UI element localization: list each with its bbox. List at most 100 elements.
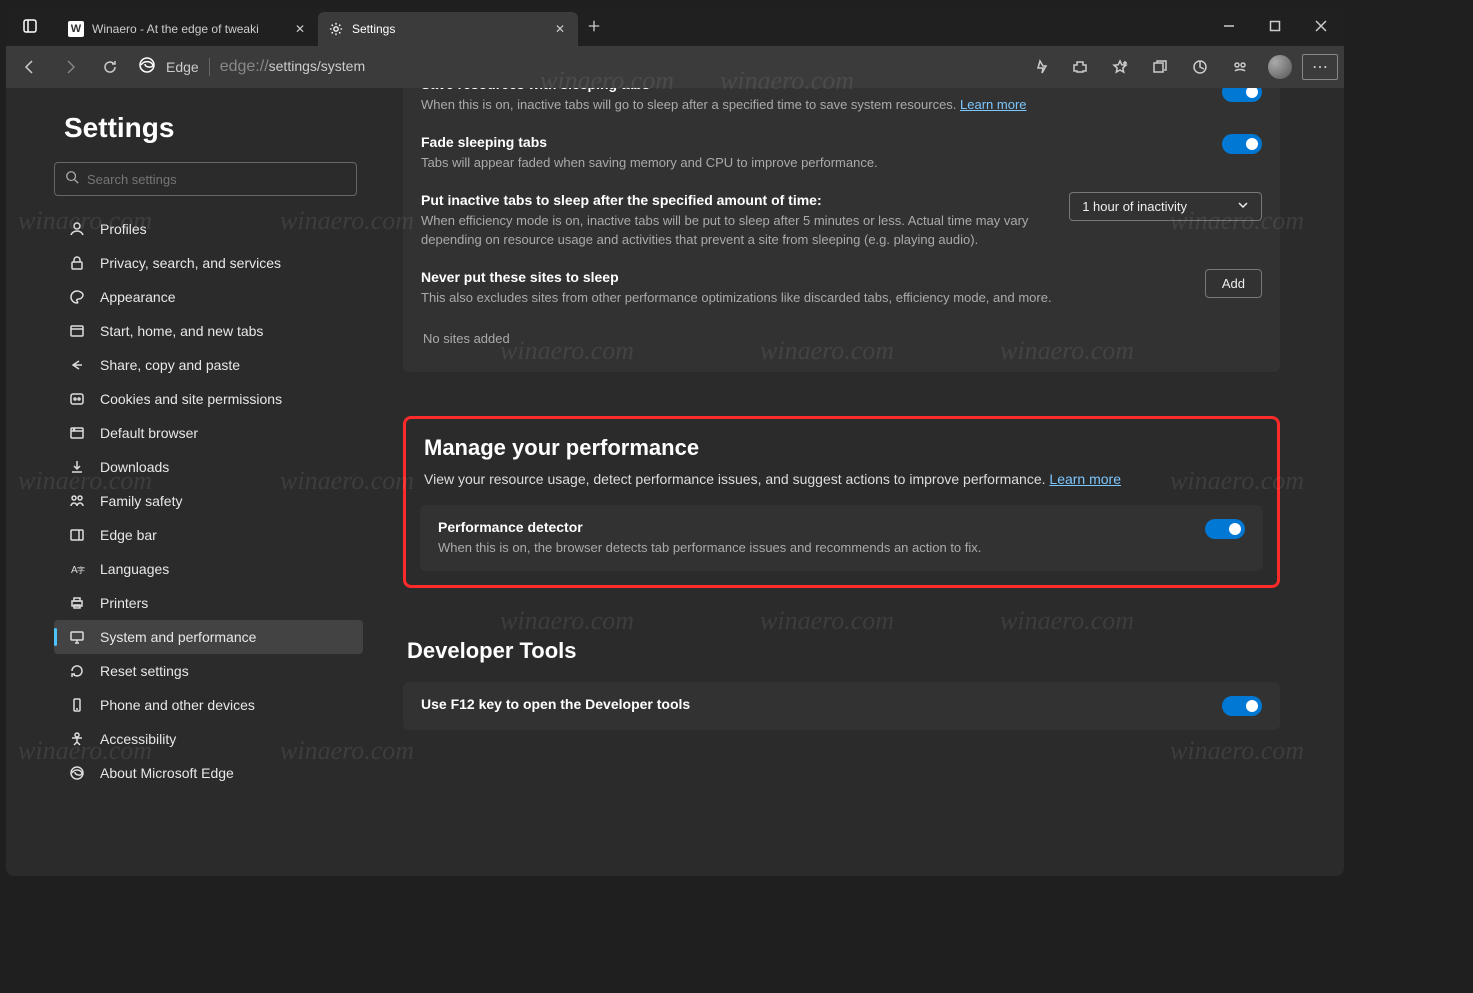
lock-icon <box>68 254 86 272</box>
nav-start[interactable]: Start, home, and new tabs <box>54 314 363 348</box>
setting-title: Performance detector <box>438 519 1185 535</box>
nav-label: Languages <box>100 561 169 577</box>
reset-icon <box>68 662 86 680</box>
learn-more-link[interactable]: Learn more <box>1049 471 1121 487</box>
sidebar-icon <box>68 526 86 544</box>
performance-detector-row: Performance detector When this is on, th… <box>420 505 1263 571</box>
toggle-fade-tabs[interactable] <box>1222 134 1262 154</box>
toggle-f12[interactable] <box>1222 696 1262 716</box>
browser-essentials-icon[interactable] <box>1222 50 1258 84</box>
address-bar[interactable]: Edge edge://settings/system <box>138 56 1018 79</box>
section-heading: Manage your performance <box>420 435 1263 461</box>
sleeping-tabs-card: Save resources with sleeping tabs When t… <box>403 88 1280 372</box>
toggle-sleeping-tabs[interactable] <box>1222 88 1262 102</box>
tab-winaero[interactable]: W Winaero - At the edge of tweaki ✕ <box>58 12 318 46</box>
printer-icon <box>68 594 86 612</box>
family-icon <box>68 492 86 510</box>
profile-avatar[interactable] <box>1262 50 1298 84</box>
setting-desc: When this is on, inactive tabs will go t… <box>421 96 1041 114</box>
toggle-performance-detector[interactable] <box>1205 519 1245 539</box>
refresh-button[interactable] <box>92 50 128 84</box>
select-value: 1 hour of inactivity <box>1082 199 1187 214</box>
developer-tools-section: Developer Tools Use F12 key to open the … <box>403 638 1280 730</box>
nav-privacy[interactable]: Privacy, search, and services <box>54 246 363 280</box>
language-icon: A字 <box>68 560 86 578</box>
phone-icon <box>68 696 86 714</box>
nav-about[interactable]: About Microsoft Edge <box>54 756 363 790</box>
settings-sidebar: Settings Profiles Privacy, search, and s… <box>6 88 371 876</box>
nav-family[interactable]: Family safety <box>54 484 363 518</box>
inactivity-select[interactable]: 1 hour of inactivity <box>1069 192 1262 221</box>
search-input[interactable] <box>87 172 346 187</box>
no-sites-text: No sites added <box>403 323 1280 354</box>
nav-share[interactable]: Share, copy and paste <box>54 348 363 382</box>
performance-icon[interactable] <box>1182 50 1218 84</box>
nav-label: Downloads <box>100 459 169 475</box>
nav-reset[interactable]: Reset settings <box>54 654 363 688</box>
read-aloud-icon[interactable] <box>1022 50 1058 84</box>
nav-system[interactable]: System and performance <box>54 620 363 654</box>
setting-desc: Tabs will appear faded when saving memor… <box>421 154 1041 172</box>
setting-desc: When this is on, the browser detects tab… <box>438 539 1185 557</box>
nav-label: Accessibility <box>100 731 176 747</box>
nav-phone[interactable]: Phone and other devices <box>54 688 363 722</box>
window-controls <box>1206 6 1344 46</box>
site-identity: Edge <box>166 59 199 75</box>
back-button[interactable] <box>12 50 48 84</box>
more-button[interactable]: ⋯ <box>1302 54 1338 80</box>
close-icon[interactable]: ✕ <box>552 21 568 37</box>
section-subtitle: View your resource usage, detect perform… <box>420 471 1263 487</box>
close-button[interactable] <box>1298 6 1344 46</box>
svg-text:字: 字 <box>77 565 85 575</box>
learn-more-link[interactable]: Learn more <box>960 97 1026 112</box>
nav-label: Family safety <box>100 493 182 509</box>
nav-accessibility[interactable]: Accessibility <box>54 722 363 756</box>
browser-icon <box>68 424 86 442</box>
search-icon <box>65 170 79 189</box>
nav-label: Edge bar <box>100 527 157 543</box>
nav-label: Privacy, search, and services <box>100 255 281 271</box>
setting-title: Save resources with sleeping tabs <box>421 88 1202 92</box>
nav-printers[interactable]: Printers <box>54 586 363 620</box>
nav-languages[interactable]: A字 Languages <box>54 552 363 586</box>
nav-profiles[interactable]: Profiles <box>54 212 363 246</box>
tab-settings[interactable]: Settings ✕ <box>318 12 578 46</box>
nav-label: Printers <box>100 595 148 611</box>
nav-default-browser[interactable]: Default browser <box>54 416 363 450</box>
forward-button[interactable] <box>52 50 88 84</box>
share-icon <box>68 356 86 374</box>
cookie-icon <box>68 390 86 408</box>
nav-appearance[interactable]: Appearance <box>54 280 363 314</box>
minimize-button[interactable] <box>1206 6 1252 46</box>
nav-list: Profiles Privacy, search, and services A… <box>54 212 363 790</box>
nav-cookies[interactable]: Cookies and site permissions <box>54 382 363 416</box>
edge-icon <box>68 764 86 782</box>
setting-title: Put inactive tabs to sleep after the spe… <box>421 192 1049 208</box>
extensions-icon[interactable] <box>1062 50 1098 84</box>
setting-desc: This also excludes sites from other perf… <box>421 289 1185 307</box>
add-button[interactable]: Add <box>1205 269 1262 298</box>
window-icon <box>68 322 86 340</box>
nav-label: Phone and other devices <box>100 697 255 713</box>
system-icon <box>68 628 86 646</box>
nav-edgebar[interactable]: Edge bar <box>54 518 363 552</box>
page-title: Settings <box>54 112 363 144</box>
maximize-button[interactable] <box>1252 6 1298 46</box>
tab-title: Settings <box>352 22 544 36</box>
setting-desc: When efficiency mode is on, inactive tab… <box>421 212 1041 248</box>
nav-label: Default browser <box>100 425 198 441</box>
content-area: Settings Profiles Privacy, search, and s… <box>6 88 1344 876</box>
nav-label: Start, home, and new tabs <box>100 323 263 339</box>
toolbar: Edge edge://settings/system ⋯ <box>6 46 1344 88</box>
settings-main: Save resources with sleeping tabs When t… <box>371 88 1344 876</box>
nav-label: Cookies and site permissions <box>100 391 282 407</box>
favorites-icon[interactable] <box>1102 50 1138 84</box>
nav-downloads[interactable]: Downloads <box>54 450 363 484</box>
setting-title: Fade sleeping tabs <box>421 134 1202 150</box>
search-input-wrapper[interactable] <box>54 162 357 196</box>
nav-label: System and performance <box>100 629 256 645</box>
close-icon[interactable]: ✕ <box>292 21 308 37</box>
collections-icon[interactable] <box>1142 50 1178 84</box>
new-tab-button[interactable] <box>578 10 610 42</box>
tab-actions-button[interactable] <box>6 6 54 46</box>
